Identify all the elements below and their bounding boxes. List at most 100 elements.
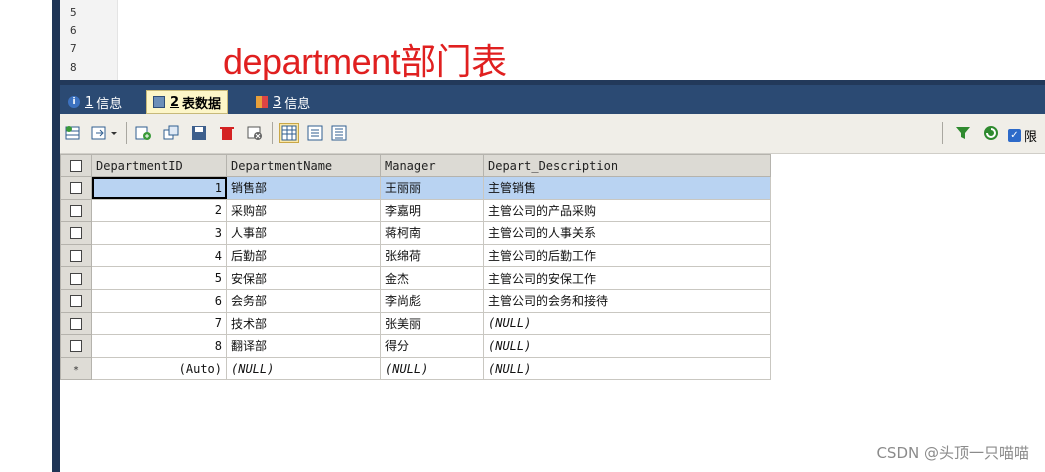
cell-manager[interactable]: 张绵荷 bbox=[380, 243, 484, 268]
text-view-icon[interactable] bbox=[330, 124, 348, 142]
row-selector[interactable] bbox=[60, 311, 92, 336]
query-editor[interactable] bbox=[60, 0, 1045, 80]
add-row-icon[interactable] bbox=[64, 124, 82, 142]
cell-manager[interactable]: 蒋柯南 bbox=[380, 221, 484, 245]
refresh-icon[interactable] bbox=[982, 124, 1000, 142]
cell-department-name[interactable]: 翻译部 bbox=[226, 334, 381, 358]
grid-header-row: DepartmentID DepartmentName Manager Depa… bbox=[60, 154, 771, 177]
insert-row-icon[interactable] bbox=[134, 124, 152, 142]
cell-description[interactable]: 主管公司的产品采购 bbox=[483, 198, 771, 223]
tab-table-data[interactable]: 2 表数据 bbox=[146, 90, 229, 114]
cell-department-id[interactable]: 5 bbox=[91, 266, 227, 290]
cell-department-name[interactable]: 会务部 bbox=[226, 288, 381, 313]
cell-department-id[interactable]: 1 bbox=[91, 176, 227, 200]
cell-department-id[interactable]: 8 bbox=[91, 334, 227, 358]
tab-info-1[interactable]: i 1 信息 bbox=[68, 90, 122, 114]
row-checkbox[interactable] bbox=[70, 182, 82, 195]
cell-description[interactable]: 主管销售 bbox=[483, 176, 771, 200]
grid-view-icon[interactable] bbox=[279, 123, 299, 143]
line-number: 7 bbox=[70, 42, 77, 55]
cell-description[interactable]: (NULL) bbox=[483, 311, 771, 336]
filter-icon[interactable] bbox=[954, 124, 972, 142]
row-selector[interactable] bbox=[60, 176, 92, 200]
cell-department-name[interactable]: 安保部 bbox=[226, 266, 381, 290]
select-all-header[interactable] bbox=[60, 154, 92, 177]
new-row[interactable]: * (Auto) (NULL) (NULL) (NULL) bbox=[60, 356, 771, 381]
row-selector[interactable] bbox=[60, 288, 92, 313]
cell-manager[interactable]: 金杰 bbox=[380, 266, 484, 290]
cell-description[interactable]: 主管公司的人事关系 bbox=[483, 221, 771, 245]
cell-department-name[interactable]: 技术部 bbox=[226, 311, 381, 336]
cell-department-name[interactable]: 后勤部 bbox=[226, 243, 381, 268]
toolbar-separator bbox=[272, 122, 273, 144]
row-checkbox[interactable] bbox=[70, 250, 82, 263]
checkbox-checked-icon: ✓ bbox=[1008, 129, 1021, 142]
cell-department-name[interactable]: (NULL) bbox=[226, 356, 381, 381]
cell-description[interactable]: 主管公司的后勤工作 bbox=[483, 243, 771, 268]
select-all-checkbox[interactable] bbox=[70, 160, 82, 172]
limit-rows-checkbox[interactable]: ✓ 限 bbox=[1008, 126, 1037, 145]
export-icon[interactable] bbox=[90, 124, 108, 142]
cell-department-name[interactable]: 人事部 bbox=[226, 221, 381, 245]
tab-info-3[interactable]: 3 信息 bbox=[256, 90, 310, 114]
discard-changes-icon[interactable] bbox=[246, 124, 264, 142]
row-checkbox[interactable] bbox=[70, 295, 82, 308]
cell-department-name[interactable]: 采购部 bbox=[226, 198, 381, 223]
row-selector[interactable] bbox=[60, 198, 92, 223]
table-row[interactable]: 1 销售部 王丽丽 主管销售 bbox=[60, 176, 771, 200]
column-header[interactable]: Depart_Description bbox=[483, 154, 771, 177]
info-icon: i bbox=[68, 96, 80, 108]
row-checkbox[interactable] bbox=[70, 227, 82, 240]
cell-description[interactable]: (NULL) bbox=[483, 334, 771, 358]
row-checkbox[interactable] bbox=[70, 340, 82, 353]
row-selector[interactable] bbox=[60, 243, 92, 268]
grid-toolbar: ✓ 限 bbox=[60, 114, 1045, 154]
row-checkbox[interactable] bbox=[70, 204, 82, 217]
cell-department-id[interactable]: 6 bbox=[91, 288, 227, 313]
column-header[interactable]: DepartmentName bbox=[226, 154, 381, 177]
table-row[interactable]: 6 会务部 李尚彪 主管公司的会务和接待 bbox=[60, 288, 771, 313]
row-checkbox[interactable] bbox=[70, 272, 82, 285]
cell-department-id[interactable]: 2 bbox=[91, 198, 227, 223]
tab-label: 表数据 bbox=[182, 96, 222, 112]
cell-manager[interactable]: 李嘉明 bbox=[380, 198, 484, 223]
cell-description[interactable]: 主管公司的安保工作 bbox=[483, 266, 771, 290]
column-header[interactable]: Manager bbox=[380, 154, 484, 177]
cell-department-id[interactable]: (Auto) bbox=[91, 356, 227, 381]
row-selector[interactable] bbox=[60, 221, 92, 245]
line-number-gutter bbox=[60, 0, 118, 80]
row-selector[interactable] bbox=[60, 266, 92, 290]
cell-department-name[interactable]: 销售部 bbox=[226, 176, 381, 200]
table-data-grid: DepartmentID DepartmentName Manager Depa… bbox=[60, 154, 771, 381]
save-icon[interactable] bbox=[190, 124, 208, 142]
column-header[interactable]: DepartmentID bbox=[91, 154, 227, 177]
table-row[interactable]: 3 人事部 蒋柯南 主管公司的人事关系 bbox=[60, 221, 771, 245]
cell-manager[interactable]: 张美丽 bbox=[380, 311, 484, 336]
message-icon bbox=[256, 96, 268, 108]
cell-manager[interactable]: 王丽丽 bbox=[380, 176, 484, 200]
tab-label: 信息 bbox=[284, 96, 311, 112]
cell-manager[interactable]: 得分 bbox=[380, 334, 484, 358]
cell-manager[interactable]: (NULL) bbox=[380, 356, 484, 381]
delete-icon[interactable] bbox=[218, 124, 236, 142]
cell-department-id[interactable]: 3 bbox=[91, 221, 227, 245]
row-selector[interactable] bbox=[60, 334, 92, 358]
table-icon bbox=[153, 96, 165, 108]
table-row[interactable]: 5 安保部 金杰 主管公司的安保工作 bbox=[60, 266, 771, 290]
cell-description[interactable]: (NULL) bbox=[483, 356, 771, 381]
tab-number: 3 bbox=[273, 94, 282, 110]
table-row[interactable]: 4 后勤部 张绵荷 主管公司的后勤工作 bbox=[60, 243, 771, 268]
table-row[interactable]: 8 翻译部 得分 (NULL) bbox=[60, 334, 771, 358]
cell-manager[interactable]: 李尚彪 bbox=[380, 288, 484, 313]
cell-description[interactable]: 主管公司的会务和接待 bbox=[483, 288, 771, 313]
form-view-icon[interactable] bbox=[306, 124, 324, 142]
tab-number: 2 bbox=[170, 94, 180, 110]
editor-heading-text: department部门表 bbox=[223, 41, 507, 82]
cell-department-id[interactable]: 4 bbox=[91, 243, 227, 268]
table-row[interactable]: 2 采购部 李嘉明 主管公司的产品采购 bbox=[60, 198, 771, 223]
duplicate-row-icon[interactable] bbox=[162, 124, 180, 142]
table-row[interactable]: 7 技术部 张美丽 (NULL) bbox=[60, 311, 771, 336]
cell-department-id[interactable]: 7 bbox=[91, 311, 227, 336]
row-checkbox[interactable] bbox=[70, 317, 82, 330]
chevron-down-icon[interactable] bbox=[109, 124, 119, 142]
